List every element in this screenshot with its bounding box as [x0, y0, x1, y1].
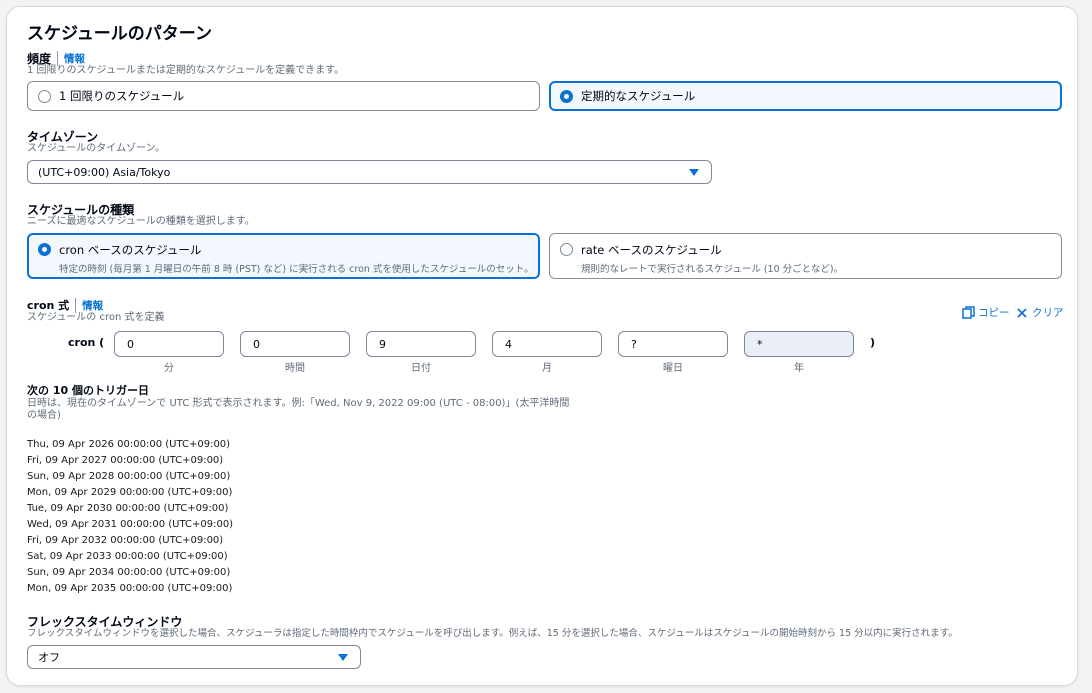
cron-caption: 曜日 — [663, 363, 683, 374]
schedule-pattern-panel: スケジュールのパターン 頻度 情報 1 回限りのスケジュールまたは定期的なスケジ… — [6, 6, 1078, 686]
cron-based-option[interactable]: cron ベースのスケジュール 特定の時刻 (毎月第 1 月曜日の午前 8 時 … — [27, 233, 540, 279]
rate-based-option[interactable]: rate ベースのスケジュール 規則的なレートで実行されるスケジュール (10 … — [549, 233, 1062, 279]
option-sub: 特定の時刻 (毎月第 1 月曜日の午前 8 時 (PST) など) に実行される… — [59, 264, 534, 275]
cron-day-of-month-input[interactable] — [366, 331, 476, 357]
flex-window-value: オフ — [38, 651, 60, 664]
option-text: rate ベースのスケジュール 規則的なレートで実行されるスケジュール (10 … — [581, 242, 843, 275]
trigger-date: Tue, 09 Apr 2030 00:00:00 (UTC+09:00) — [27, 503, 229, 514]
cron-year-input[interactable] — [744, 331, 854, 357]
frequency-one-time-option[interactable]: 1 回限りのスケジュール — [27, 81, 540, 111]
cron-caption: 時間 — [285, 363, 305, 374]
clear-label: クリア — [1032, 307, 1064, 319]
trigger-date: Sun, 09 Apr 2034 00:00:00 (UTC+09:00) — [27, 567, 231, 578]
timezone-select[interactable]: (UTC+09:00) Asia/Tokyo — [27, 160, 712, 184]
frequency-recurring-option[interactable]: 定期的なスケジュール — [549, 81, 1062, 111]
cron-description: スケジュールの cron 式を定義 — [27, 312, 165, 323]
trigger-date: Mon, 09 Apr 2029 00:00:00 (UTC+09:00) — [27, 487, 233, 498]
option-sub: 規則的なレートで実行されるスケジュール (10 分ごとなど)。 — [581, 264, 844, 275]
flex-window-select[interactable]: オフ — [27, 645, 361, 669]
caret-down-icon — [338, 654, 348, 661]
page-title: スケジュールのパターン — [27, 24, 212, 44]
trigger-date: Wed, 09 Apr 2031 00:00:00 (UTC+09:00) — [27, 519, 234, 530]
cron-caption: 月 — [542, 363, 552, 374]
trigger-date: Fri, 09 Apr 2032 00:00:00 (UTC+09:00) — [27, 535, 224, 546]
cron-caption: 日付 — [411, 363, 431, 374]
trigger-date: Mon, 09 Apr 2035 00:00:00 (UTC+09:00) — [27, 583, 233, 594]
schedule-type-description: ニーズに最適なスケジュールの種類を選択します。 — [27, 216, 255, 227]
timezone-value: (UTC+09:00) Asia/Tokyo — [38, 165, 171, 179]
cron-caption: 分 — [164, 363, 174, 374]
cron-day-of-week-input[interactable] — [618, 331, 728, 357]
cron-month-input[interactable] — [492, 331, 602, 357]
trigger-date: Thu, 09 Apr 2026 00:00:00 (UTC+09:00) — [27, 439, 231, 450]
trigger-date: Sun, 09 Apr 2028 00:00:00 (UTC+09:00) — [27, 471, 231, 482]
trigger-dates-list: Thu, 09 Apr 2026 00:00:00 (UTC+09:00) Fr… — [27, 437, 233, 597]
option-label: rate ベースのスケジュール — [581, 243, 722, 257]
triggers-description-line2: の場合) — [27, 410, 61, 421]
cron-hours-input[interactable] — [240, 331, 350, 357]
triggers-description-line1: 日時は、現在のタイムゾーンで UTC 形式で表示されます。例:「Wed, Nov… — [27, 398, 570, 409]
cron-open-paren: cron ( — [68, 336, 105, 349]
flex-window-description: フレックスタイムウィンドウを選択した場合、スケジューラは指定した時間枠内でスケジ… — [27, 628, 958, 639]
copy-icon — [962, 306, 975, 319]
option-label: 1 回限りのスケジュール — [59, 89, 185, 103]
option-label: cron ベースのスケジュール — [59, 243, 202, 257]
option-label: 定期的なスケジュール — [581, 89, 696, 103]
radio-selected-icon[interactable] — [38, 243, 51, 256]
cron-close-paren: ) — [870, 336, 876, 349]
trigger-date: Sat, 09 Apr 2033 00:00:00 (UTC+09:00) — [27, 551, 228, 562]
copy-label: コピー — [978, 307, 1010, 319]
radio-icon[interactable] — [38, 89, 51, 103]
cron-minutes-input[interactable] — [114, 331, 224, 357]
close-icon — [1017, 307, 1027, 318]
copy-button[interactable]: コピー — [962, 305, 1010, 320]
radio-icon[interactable] — [560, 243, 573, 256]
cron-caption: 年 — [794, 363, 804, 374]
radio-selected-icon[interactable] — [560, 89, 573, 103]
option-text: cron ベースのスケジュール 特定の時刻 (毎月第 1 月曜日の午前 8 時 … — [59, 242, 534, 275]
caret-down-icon — [689, 169, 699, 176]
trigger-date: Fri, 09 Apr 2027 00:00:00 (UTC+09:00) — [27, 455, 224, 466]
clear-button[interactable]: クリア — [1016, 305, 1064, 320]
timezone-description: スケジュールのタイムゾーン。 — [27, 143, 165, 154]
frequency-description: 1 回限りのスケジュールまたは定期的なスケジュールを定義できます。 — [27, 65, 345, 76]
